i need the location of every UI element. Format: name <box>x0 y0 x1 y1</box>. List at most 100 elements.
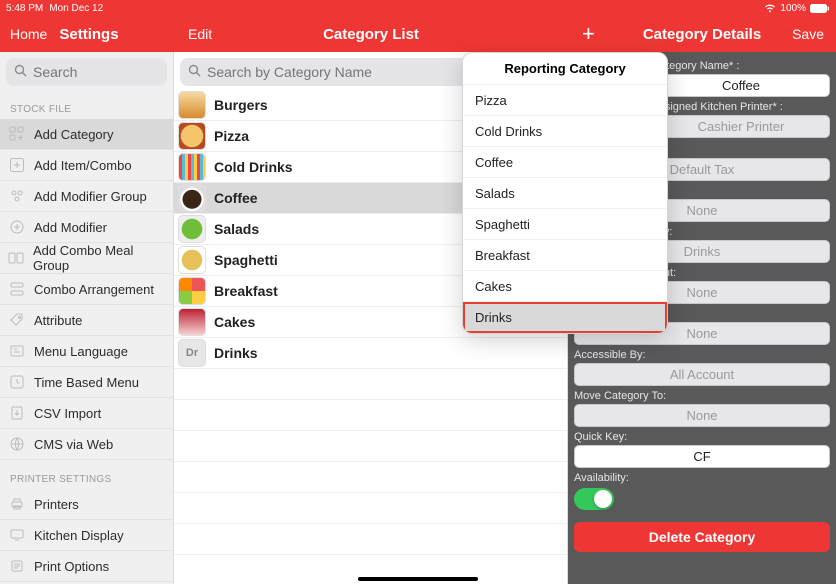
field-label-availability: Availability: <box>574 472 830 484</box>
category-thumb <box>178 246 206 274</box>
wifi-icon <box>764 4 776 13</box>
sidebar-item-csv-import[interactable]: CSV Import <box>0 398 173 429</box>
sidebar-item-label: Menu Language <box>34 344 128 359</box>
delete-category-button[interactable]: Delete Category <box>574 522 830 552</box>
category-list-title: Category List <box>323 26 419 43</box>
field-value-quickkey[interactable]: CF <box>574 445 830 468</box>
popover-item-breakfast[interactable]: Breakfast <box>463 240 667 271</box>
category-thumb: Dr <box>178 339 206 367</box>
sidebar-item-combo-arrangement[interactable]: Combo Arrangement <box>0 274 173 305</box>
category-thumb <box>178 122 206 150</box>
sidebar-item-print-options[interactable]: Print Options <box>0 551 173 582</box>
home-indicator <box>358 577 478 581</box>
sidebar-item-label: Add Modifier Group <box>34 189 147 204</box>
popover-item-cold-drinks[interactable]: Cold Drinks <box>463 116 667 147</box>
category-thumb <box>178 308 206 336</box>
sidebar-item-label: Print Options <box>34 559 109 574</box>
empty-row <box>174 493 567 524</box>
category-thumb <box>178 277 206 305</box>
sidebar-item-time-based-menu[interactable]: Time Based Menu <box>0 367 173 398</box>
popover-item-drinks[interactable]: Drinks <box>463 302 667 333</box>
field-value-move[interactable]: None <box>574 404 830 427</box>
category-thumb <box>178 215 206 243</box>
status-time: 5:48 PM <box>6 3 43 14</box>
field-label-quickkey: Quick Key: <box>574 431 830 443</box>
category-label: Drinks <box>214 345 557 361</box>
grid-plus-icon <box>8 125 26 143</box>
popover-item-salads[interactable]: Salads <box>463 178 667 209</box>
modifier-icon <box>8 218 26 236</box>
sidebar-item-printers[interactable]: Printers <box>0 489 173 520</box>
sidebar: STOCK FILE Add Category Add Item/Combo A… <box>0 52 174 584</box>
field-label-access: Accessible By: <box>574 349 830 361</box>
field-label-printer: Assigned Kitchen Printer* : <box>652 101 830 113</box>
save-button[interactable]: Save <box>792 26 824 42</box>
popover-item-coffee[interactable]: Coffee <box>463 147 667 178</box>
field-value-access[interactable]: All Account <box>574 363 830 386</box>
field-label-move: Move Category To: <box>574 390 830 402</box>
sidebar-item-menu-language[interactable]: Menu Language <box>0 336 173 367</box>
web-icon <box>8 435 26 453</box>
sidebar-item-kitchen-display[interactable]: Kitchen Display <box>0 520 173 551</box>
search-icon <box>188 64 201 80</box>
sidebar-item-cms-web[interactable]: CMS via Web <box>0 429 173 460</box>
empty-row <box>174 462 567 493</box>
search-icon <box>14 64 27 80</box>
empty-row <box>174 369 567 400</box>
combo-icon <box>8 249 25 267</box>
status-battery: 100% <box>780 3 806 14</box>
sidebar-item-combo-meal-group[interactable]: Add Combo Meal Group <box>0 243 173 274</box>
category-thumb <box>178 91 206 119</box>
sidebar-item-label: Time Based Menu <box>34 375 139 390</box>
sidebar-item-label: Add Combo Meal Group <box>33 243 165 273</box>
category-row-drinks[interactable]: Dr Drinks <box>174 338 567 369</box>
sidebar-item-add-modifier[interactable]: Add Modifier <box>0 212 173 243</box>
field-label-name: Category Name* : <box>652 60 830 72</box>
reporting-category-popover: Reporting Category Pizza Cold Drinks Cof… <box>462 52 668 334</box>
tag-icon <box>8 311 26 329</box>
field-value-name[interactable]: Coffee <box>652 74 830 97</box>
printer-icon <box>8 495 26 513</box>
sidebar-item-add-category[interactable]: Add Category <box>0 119 173 150</box>
section-stock-file: STOCK FILE <box>0 90 173 119</box>
options-icon <box>8 557 26 575</box>
home-link[interactable]: Home <box>10 26 47 42</box>
sidebar-item-label: CSV Import <box>34 406 101 421</box>
category-thumb <box>178 184 206 212</box>
sidebar-item-label: Attribute <box>34 313 82 328</box>
popover-item-spaghetti[interactable]: Spaghetti <box>463 209 667 240</box>
sidebar-search[interactable] <box>6 58 167 86</box>
empty-row <box>174 524 567 555</box>
group-icon <box>8 187 26 205</box>
status-date: Mon Dec 12 <box>49 3 103 14</box>
sidebar-item-label: Kitchen Display <box>34 528 124 543</box>
popover-title: Reporting Category <box>463 53 667 85</box>
sidebar-item-add-modifier-group[interactable]: Add Modifier Group <box>0 181 173 212</box>
edit-button[interactable]: Edit <box>188 26 212 42</box>
sidebar-item-add-item[interactable]: Add Item/Combo <box>0 150 173 181</box>
category-details-title: Category Details <box>643 26 761 43</box>
display-icon <box>8 526 26 544</box>
popover-item-pizza[interactable]: Pizza <box>463 85 667 116</box>
sidebar-search-input[interactable] <box>33 64 159 80</box>
add-category-plus[interactable]: + <box>582 23 595 45</box>
section-printer-settings: PRINTER SETTINGS <box>0 460 173 489</box>
category-thumb <box>178 153 206 181</box>
popover-item-cakes[interactable]: Cakes <box>463 271 667 302</box>
sidebar-item-attribute[interactable]: Attribute <box>0 305 173 336</box>
empty-row <box>174 400 567 431</box>
arrange-icon <box>8 280 26 298</box>
battery-icon <box>810 4 830 13</box>
import-icon <box>8 404 26 422</box>
sidebar-item-label: Add Item/Combo <box>34 158 132 173</box>
sidebar-item-label: CMS via Web <box>34 437 113 452</box>
empty-row <box>174 431 567 462</box>
plus-box-icon <box>8 156 26 174</box>
field-value-printer[interactable]: Cashier Printer <box>652 115 830 138</box>
sidebar-item-label: Combo Arrangement <box>34 282 154 297</box>
sidebar-item-label: Add Category <box>34 127 114 142</box>
sidebar-item-label: Printers <box>34 497 79 512</box>
clock-icon <box>8 373 26 391</box>
sidebar-item-label: Add Modifier <box>34 220 107 235</box>
availability-toggle[interactable] <box>574 488 614 510</box>
